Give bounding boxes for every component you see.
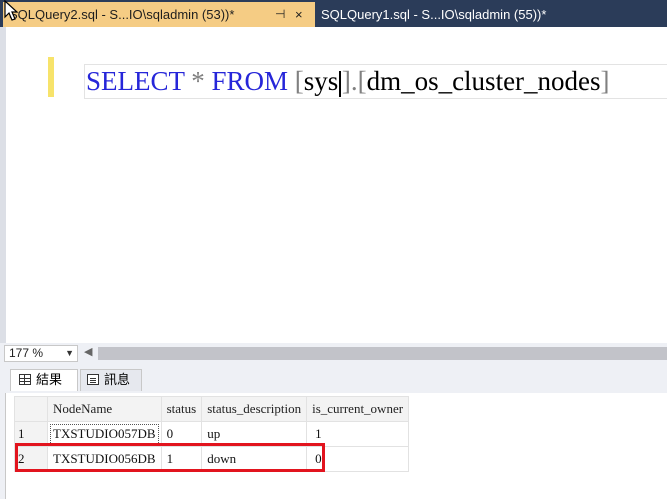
grid-header-row: NodeName status status_description is_cu…: [14, 396, 410, 422]
change-marker: [48, 57, 54, 97]
zoom-value: 177 %: [9, 346, 44, 360]
tab-sqlquery1[interactable]: SQLQuery1.sql - S...IO\sqladmin (55))*: [315, 2, 615, 27]
bracket: ]: [341, 66, 351, 96]
horizontal-scrollbar[interactable]: [98, 347, 667, 360]
zoom-dropdown[interactable]: 177 % ▼: [4, 345, 78, 362]
tab-results[interactable]: 結果: [10, 369, 78, 391]
column-header[interactable]: status: [160, 396, 203, 422]
close-icon[interactable]: ×: [295, 2, 303, 27]
tab-label: SQLQuery2.sql - S...IO\sqladmin (53))*: [9, 7, 235, 22]
star-operator: *: [191, 66, 205, 96]
editor-gutter: [0, 27, 42, 343]
column-header[interactable]: NodeName: [47, 396, 162, 422]
editor-status-bar: 177 % ▼ ◀: [0, 343, 667, 365]
keyword-select: SELECT: [86, 66, 185, 96]
tab-messages[interactable]: 訊息: [80, 369, 142, 391]
tab-results-label: 結果: [36, 373, 63, 388]
scroll-left-icon[interactable]: ◀: [84, 345, 92, 358]
code-line-1[interactable]: SELECT * FROM [sys].[dm_os_cluster_nodes…: [86, 64, 610, 99]
pin-icon[interactable]: ⊣: [275, 2, 285, 27]
chevron-down-icon[interactable]: ▼: [65, 346, 74, 361]
column-header[interactable]: status_description: [201, 396, 308, 422]
results-tab-strip: 結果 訊息: [0, 366, 667, 393]
mouse-cursor-icon: [4, 0, 19, 21]
column-header[interactable]: is_current_owner: [306, 396, 410, 422]
query-editor[interactable]: SELECT * FROM [sys].[dm_os_cluster_nodes…: [0, 27, 667, 343]
dot: .: [350, 66, 358, 96]
grid-icon: [19, 374, 31, 385]
bracket: ]: [600, 66, 610, 96]
highlight-annotation-box: [15, 443, 325, 472]
editor-margin: [0, 27, 6, 343]
row-header-corner[interactable]: [14, 396, 48, 422]
schema-name: sys: [303, 66, 339, 96]
tab-sqlquery2[interactable]: SQLQuery2.sql - S...IO\sqladmin (53))* ⊣…: [3, 2, 315, 27]
messages-icon: [87, 374, 99, 385]
bracket: [: [357, 66, 367, 96]
keyword-from: FROM: [211, 66, 289, 96]
tab-messages-label: 訊息: [104, 373, 131, 388]
document-tab-strip: SQLQuery2.sql - S...IO\sqladmin (53))* ⊣…: [0, 0, 667, 27]
bracket: [: [294, 66, 304, 96]
tab-label: SQLQuery1.sql - S...IO\sqladmin (55))*: [321, 7, 547, 22]
object-name: dm_os_cluster_nodes: [366, 66, 601, 96]
text-caret: [339, 70, 341, 97]
